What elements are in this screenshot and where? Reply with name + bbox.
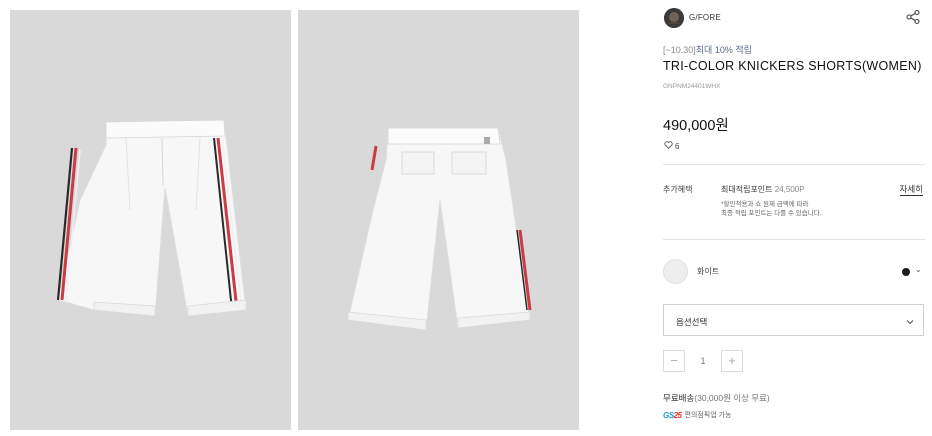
divider <box>663 239 925 240</box>
store-pickup-info: GS25 편의점픽업 가능 <box>663 410 732 420</box>
brand-logo[interactable] <box>664 8 684 28</box>
color-name: 화이트 <box>697 267 720 276</box>
brand-name[interactable]: G/FORE <box>689 13 721 22</box>
benefit-points: 최대적립포인트 24,500P <box>721 184 805 195</box>
pickup-text: 편의점픽업 가능 <box>684 412 732 419</box>
like-count: 6 <box>675 141 680 151</box>
chevron-down-icon[interactable]: ⌄ <box>915 265 922 274</box>
product-image-back[interactable] <box>298 10 579 430</box>
shipping-condition: (30,000원 이상 무료) <box>694 393 770 403</box>
product-code: GNPNM24401WHX <box>663 83 721 90</box>
brand-row: G/FORE <box>663 8 925 30</box>
shipping-label: 무료배송 <box>663 393 695 403</box>
benefit-points-value: 24,500P <box>774 185 805 194</box>
color-swatch-white[interactable] <box>663 259 688 284</box>
benefit-note-line2: 최종 적립 포인트는 다를 수 있습니다. <box>721 210 822 217</box>
divider <box>663 164 925 165</box>
product-info-panel: G/FORE [~10.30]최대 10% 적립 TRI-COLOR KNICK… <box>663 0 925 436</box>
product-image-front[interactable] <box>10 10 291 430</box>
quantity-increase-button[interactable]: + <box>721 350 743 372</box>
option-select[interactable]: 옵션선택 <box>663 304 924 336</box>
benefit-points-label: 최대적립포인트 <box>721 185 773 194</box>
share-icon[interactable] <box>905 9 921 25</box>
benefit-note-line1: *할인적용과 쇼 원제 금액에 따라 <box>721 201 809 208</box>
benefit-label: 추가혜택 <box>663 185 693 194</box>
shipping-info: 무료배송(30,000원 이상 무료) <box>663 392 770 404</box>
quantity-value[interactable]: 1 <box>685 350 721 372</box>
shorts-back-illustration <box>347 127 532 331</box>
benefit-note: *할인적용과 쇼 원제 금액에 따라 최종 적립 포인트는 다를 수 있습니다. <box>721 200 822 218</box>
gs25-logo: GS25 <box>663 410 682 420</box>
shorts-front-illustration <box>56 119 247 317</box>
benefit-detail-link[interactable]: 자세히 <box>899 184 923 196</box>
chevron-down-icon <box>905 314 915 325</box>
color-dot[interactable] <box>902 268 910 276</box>
product-price: 490,000원 <box>663 118 729 134</box>
heart-icon <box>664 141 673 151</box>
like-button[interactable]: 6 <box>664 141 679 151</box>
promo-text: [~10.30]최대 10% 적립 <box>663 43 752 56</box>
promo-label: 최대 10% 적립 <box>695 45 752 55</box>
option-select-label: 옵션선택 <box>676 317 708 327</box>
product-title: TRI-COLOR KNICKERS SHORTS(WOMEN) <box>663 59 922 73</box>
quantity-decrease-button[interactable]: − <box>663 350 685 372</box>
promo-date: [~10.30] <box>663 45 696 55</box>
